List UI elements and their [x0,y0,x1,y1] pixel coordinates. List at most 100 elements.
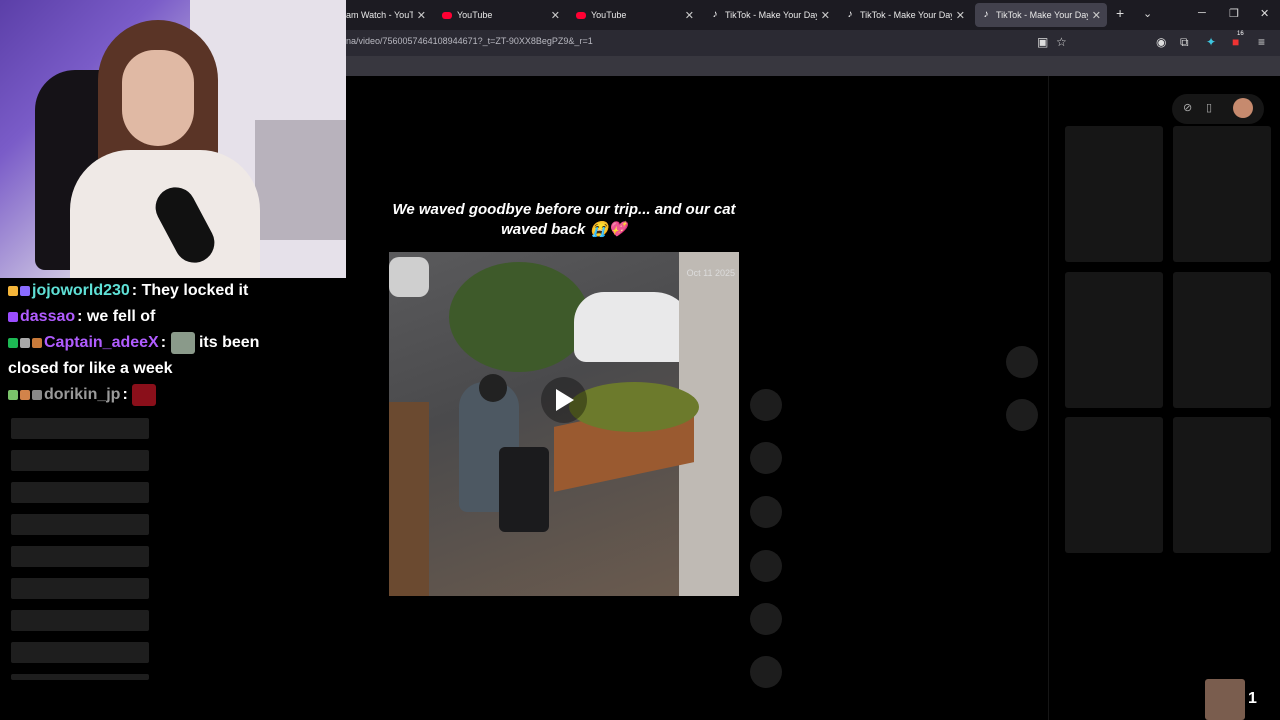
video-thumbnail-placeholder[interactable] [1065,272,1163,408]
browser-tab[interactable]: am Watch - YouTube ✕ [340,3,432,27]
chat-placeholder [11,418,149,439]
extension-badge-icon[interactable]: ■ [1232,35,1239,49]
video-scene-plants [569,382,699,432]
chat-placeholder [11,482,149,503]
chat-badge-icon [8,285,18,296]
extension-badge-count: 16 [1237,31,1244,37]
close-tab-icon[interactable]: ✕ [821,9,830,22]
video-scene-car [389,257,429,297]
streamer-mini-cam [1205,679,1245,720]
close-tab-icon[interactable]: ✕ [685,9,694,22]
extensions-icon[interactable]: ⧉ [1180,35,1189,50]
tab-title: am Watch - YouTube [346,10,413,20]
chat-badge-icon [8,337,18,348]
video-scene-suitcase [499,447,549,532]
chat-text: we fell of [86,308,156,325]
share-button[interactable] [750,550,782,582]
new-tab-icon[interactable]: + [1116,5,1124,21]
chat-badge-icon [20,285,30,296]
video-scene-head [479,374,507,402]
close-tab-icon[interactable]: ✕ [1092,9,1101,22]
chat-separator: : [131,282,138,299]
video-thumbnail-placeholder[interactable] [1173,272,1271,408]
restore-icon[interactable]: ❐ [1229,7,1239,20]
chat-username: Captain_adeeX [44,334,159,351]
chat-badge-icon [8,311,18,322]
account-icon[interactable]: ◉ [1156,35,1166,49]
video-date-stamp: Oct 11 2025 [686,268,735,278]
chat-username: dorikin_jp [44,386,121,403]
play-button[interactable] [541,377,587,423]
youtube-icon [442,11,452,19]
stream-chat: jojoworld230: They locked it dassao: we … [8,278,308,408]
chat-message: jojoworld230: They locked it [8,278,308,304]
chat-placeholder [11,514,149,535]
comment-button[interactable] [750,442,782,474]
streamer-webcam [0,0,346,278]
chat-badge-icon [20,337,30,348]
chat-badge-icon [32,337,42,348]
streamer-face [122,50,194,146]
reader-view-icon[interactable]: ▣ [1037,35,1048,49]
close-tab-icon[interactable]: ✕ [956,9,965,22]
minimize-icon[interactable]: ─ [1198,7,1206,19]
chat-separator: : [160,334,167,351]
close-tab-icon[interactable]: ✕ [417,9,426,22]
close-tab-icon[interactable]: ✕ [551,9,560,22]
video-thumbnail-placeholder[interactable] [1173,126,1271,262]
next-video-button[interactable] [1006,399,1038,431]
like-button[interactable] [750,389,782,421]
chat-badge-icon [8,389,18,400]
browser-tab-active[interactable]: ♪ TikTok - Make Your Day ✕ [975,3,1107,27]
chat-placeholder [11,578,149,599]
chat-message: dassao: we fell of [8,304,308,330]
video-scene-bush [449,262,589,372]
device-icon[interactable]: ▯ [1206,101,1212,114]
list-tabs-icon[interactable]: ⌄ [1143,7,1152,20]
video-scene-planter [389,402,429,596]
profile-avatar[interactable] [1233,98,1253,118]
video-thumbnail-placeholder[interactable] [1065,126,1163,262]
tab-title: YouTube [591,10,627,20]
chat-emote-icon [170,331,195,354]
video-player[interactable]: Oct 11 2025 [389,252,739,596]
browser-tab[interactable]: ♪ TikTok - Make Your Day ✕ [704,3,836,27]
extension-icon[interactable]: ✦ [1206,35,1216,49]
tiktok-icon: ♪ [847,9,853,20]
chat-separator: : [77,308,83,325]
app-menu-icon[interactable]: ≡ [1258,35,1265,49]
browser-tab[interactable]: ♪ TikTok - Make Your Day ✕ [839,3,971,27]
tiktok-icon: ♪ [712,9,718,20]
chat-message: dorikin_jp: [8,382,308,408]
bookmark-button[interactable] [750,496,782,528]
more-button[interactable] [750,603,782,635]
compass-icon[interactable]: ⊘ [1183,101,1192,114]
chat-placeholder [11,546,149,567]
viewer-count: 1 [1248,690,1257,707]
previous-video-button[interactable] [1006,346,1038,378]
chat-emote-icon [132,383,157,406]
video-thumbnail-placeholder[interactable] [1173,417,1271,553]
video-caption: We waved goodbye before our trip... and … [392,201,736,238]
tab-title: TikTok - Make Your Day [860,10,952,20]
chat-username: dassao [20,308,76,325]
youtube-icon [576,11,586,19]
video-thumbnail-placeholder[interactable] [1065,417,1163,553]
browser-tab[interactable]: YouTube ✕ [436,3,566,27]
chat-placeholder [11,610,149,631]
chat-placeholder [11,450,149,471]
chat-placeholder [11,642,149,663]
url-bar[interactable]: na/video/7560057464108944671?_t=ZT-90XX8… [346,36,593,46]
webcam-desk [255,120,346,240]
chat-username: jojoworld230 [32,282,130,299]
sound-button[interactable] [750,656,782,688]
chat-message: Captain_adeeX: its been closed for like … [8,330,308,382]
chat-text: They locked it [141,282,249,299]
window-close-icon[interactable]: ✕ [1260,7,1269,20]
tab-title: TikTok - Make Your Day [725,10,817,20]
bookmark-star-icon[interactable]: ☆ [1056,35,1067,49]
chat-badge-icon [20,389,30,400]
browser-tab[interactable]: YouTube ✕ [570,3,700,27]
tab-title: YouTube [457,10,493,20]
chat-separator: : [122,386,128,403]
